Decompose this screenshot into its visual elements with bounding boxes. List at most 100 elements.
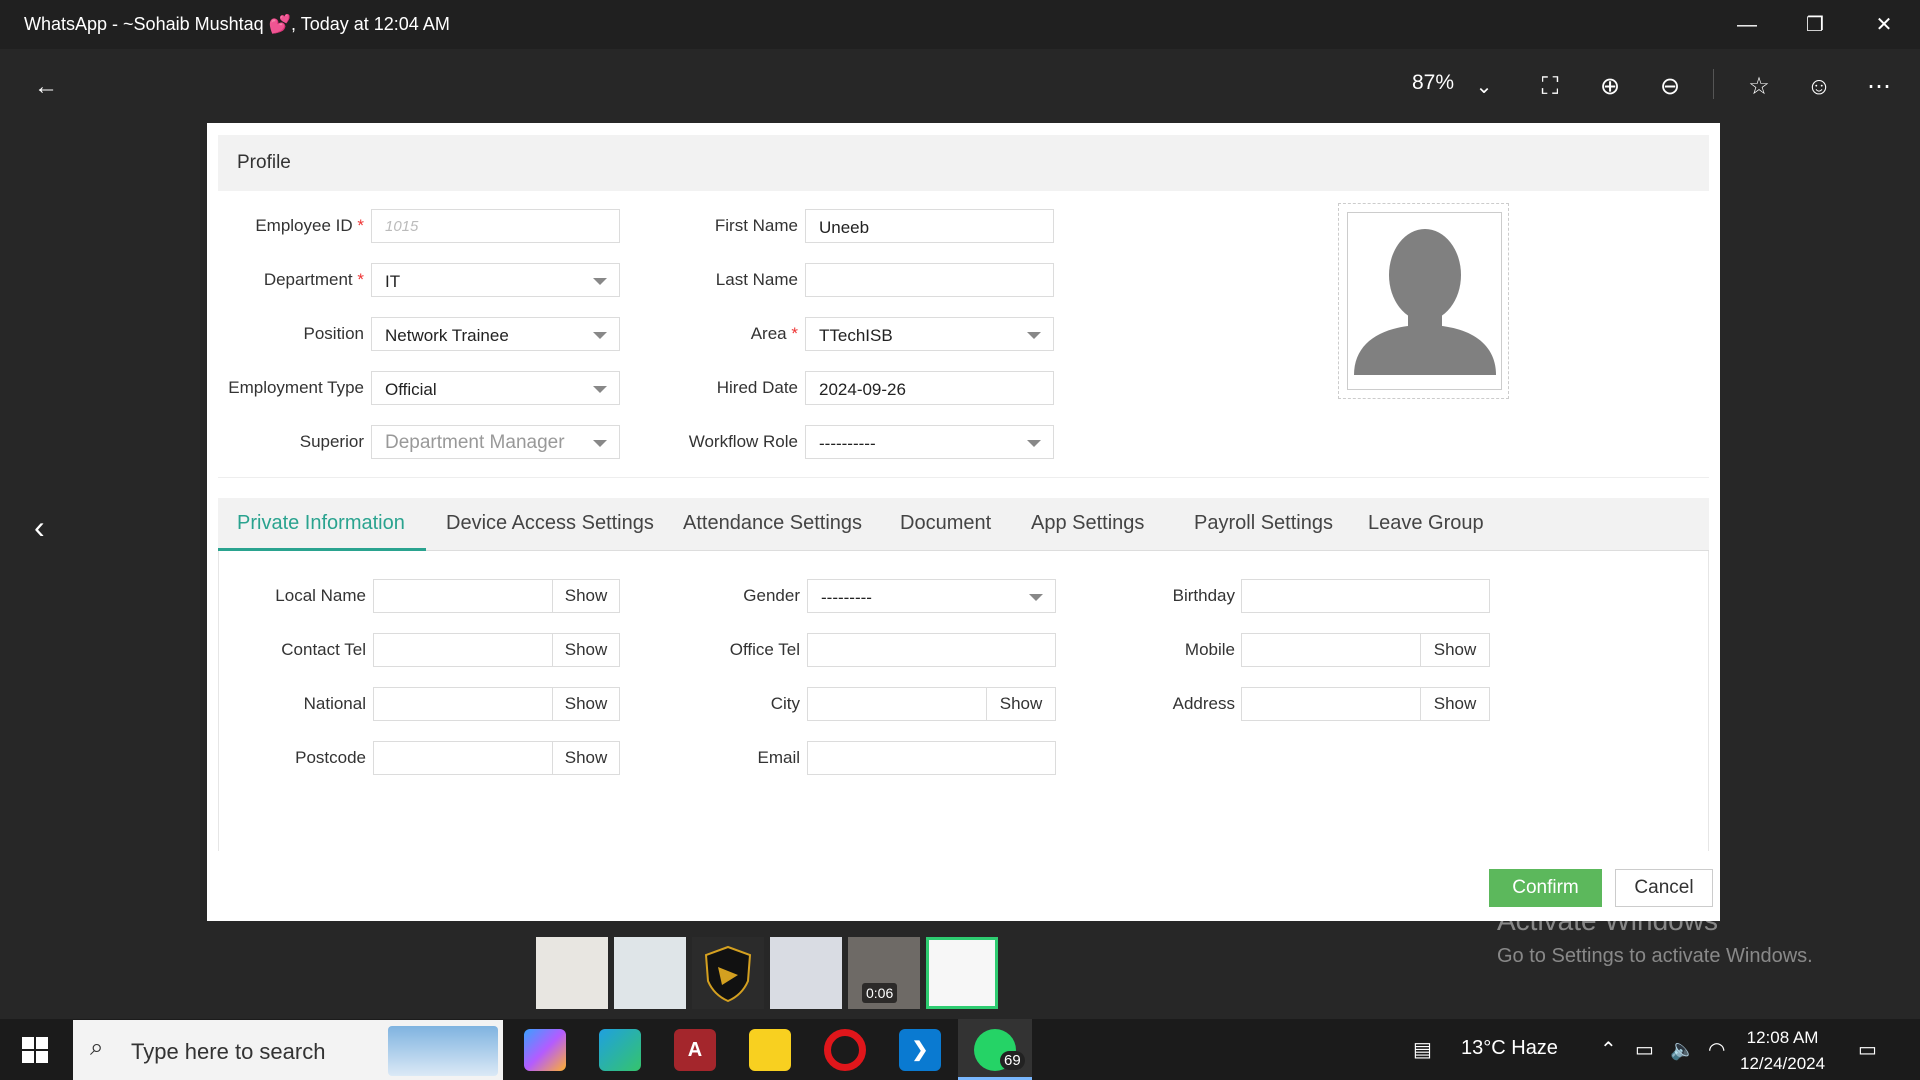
weather-text[interactable]: 13°C Haze — [1461, 1037, 1558, 1060]
tab-payroll-settings[interactable]: Payroll Settings — [1194, 512, 1333, 535]
mobile-field[interactable] — [1241, 633, 1421, 667]
taskbar: ⌕ Type here to search A ❯ 69 ▤ 13°C Haze… — [0, 1019, 1920, 1080]
emoji-icon[interactable]: ☺ — [1801, 69, 1837, 105]
battery-icon[interactable]: ▭ — [1635, 1037, 1654, 1062]
more-options-icon[interactable]: ⋯ — [1861, 69, 1897, 105]
zoom-in-icon[interactable]: ⊕ — [1592, 69, 1628, 105]
activate-windows-title: Activate Windows — [1497, 905, 1718, 936]
mobile-show-button[interactable]: Show — [1420, 633, 1490, 667]
copilot-icon[interactable] — [524, 1029, 566, 1071]
city-show-button[interactable]: Show — [986, 687, 1056, 721]
area-select[interactable]: TTechISB — [805, 317, 1054, 351]
postcode-field[interactable] — [373, 741, 553, 775]
zoom-level[interactable]: 87% — [1412, 71, 1454, 95]
employee-id-label: Employee ID * — [255, 216, 364, 235]
activate-windows-watermark: Activate Windows Go to Settings to activ… — [1497, 905, 1813, 968]
tab-document[interactable]: Document — [900, 512, 991, 535]
clock-date: 12/24/2024 — [1740, 1054, 1826, 1073]
activate-windows-subtitle: Go to Settings to activate Windows. — [1497, 945, 1813, 967]
windows-start-icon[interactable] — [22, 1037, 48, 1063]
tab-leave-group[interactable]: Leave Group — [1368, 512, 1484, 535]
workflow-role-select[interactable]: ---------- — [805, 425, 1054, 459]
employee-id-field[interactable]: 1015 — [371, 209, 620, 243]
contact-tel-field[interactable] — [373, 633, 553, 667]
superior-select[interactable]: Department Manager — [371, 425, 620, 459]
window-titlebar: WhatsApp - ~Sohaib Mushtaq 💕, Today at 1… — [0, 0, 1920, 49]
toolbar-separator — [1713, 69, 1714, 99]
chevron-down-icon — [1027, 440, 1041, 447]
employment-type-select[interactable]: Official — [371, 371, 620, 405]
active-tab-indicator — [218, 548, 426, 551]
tab-app-settings[interactable]: App Settings — [1031, 512, 1144, 535]
city-label: City — [770, 694, 800, 713]
confirm-button[interactable]: Confirm — [1489, 869, 1602, 907]
thumbnail-item[interactable] — [692, 937, 764, 1009]
first-name-field[interactable]: Uneeb — [805, 209, 1054, 243]
thumbnail-video-item[interactable]: 0:06 — [848, 937, 920, 1009]
minimize-button[interactable]: — — [1727, 10, 1767, 40]
birthday-field[interactable] — [1241, 579, 1490, 613]
system-clock[interactable]: 12:08 AM 12/24/2024 — [1740, 1025, 1825, 1077]
vscode-icon[interactable]: ❯ — [899, 1029, 941, 1071]
position-select[interactable]: Network Trainee — [371, 317, 620, 351]
video-duration: 0:06 — [862, 983, 898, 1003]
department-label: Department * — [263, 270, 364, 289]
panel-right-border — [1708, 551, 1709, 851]
department-select[interactable]: IT — [371, 263, 620, 297]
tab-device-access-settings[interactable]: Device Access Settings — [446, 512, 654, 535]
national-label: National — [303, 694, 366, 713]
search-icon: ⌕ — [90, 1034, 104, 1061]
employment-type-label: Employment Type — [228, 378, 364, 397]
search-highlight-image — [388, 1026, 498, 1076]
national-field[interactable] — [373, 687, 553, 721]
thumbnail-item[interactable] — [770, 937, 842, 1009]
last-name-label: Last Name — [715, 270, 798, 289]
taskbar-search-box[interactable]: ⌕ Type here to search — [73, 1020, 503, 1080]
photo-upload-frame[interactable] — [1338, 203, 1509, 399]
gender-select[interactable]: --------- — [807, 579, 1056, 613]
address-show-button[interactable]: Show — [1420, 687, 1490, 721]
local-name-field[interactable] — [373, 579, 553, 613]
email-label: Email — [757, 748, 800, 767]
city-field[interactable] — [807, 687, 987, 721]
star-icon[interactable]: ☆ — [1741, 69, 1777, 105]
last-name-field[interactable] — [805, 263, 1054, 297]
access-app-icon[interactable]: A — [674, 1029, 716, 1071]
tab-private-information[interactable]: Private Information — [237, 512, 405, 535]
window-title: WhatsApp - ~Sohaib Mushtaq 💕, Today at 1… — [24, 14, 450, 34]
local-name-label: Local Name — [275, 586, 366, 605]
hired-date-label: Hired Date — [716, 378, 798, 397]
first-name-label: First Name — [714, 216, 798, 235]
close-button[interactable]: ✕ — [1864, 10, 1904, 40]
office-tel-field[interactable] — [807, 633, 1056, 667]
back-arrow-icon[interactable]: ← — [28, 69, 64, 105]
restore-button[interactable]: ❐ — [1795, 10, 1835, 40]
volume-icon[interactable]: 🔈 — [1670, 1037, 1695, 1062]
clock-time: 12:08 AM — [1746, 1028, 1819, 1047]
tab-attendance-settings[interactable]: Attendance Settings — [683, 512, 862, 535]
chevron-down-icon — [1027, 332, 1041, 339]
fit-to-screen-icon[interactable]: ⛶ — [1532, 69, 1568, 105]
mobile-label: Mobile — [1184, 640, 1235, 659]
weather-icon[interactable]: ▤ — [1413, 1037, 1432, 1062]
previous-image-icon[interactable]: ‹ — [34, 509, 45, 546]
whatsapp-unread-badge: 69 — [1000, 1051, 1025, 1070]
zoom-dropdown-icon[interactable]: ⌄ — [1466, 69, 1502, 105]
chevron-down-icon — [1029, 594, 1043, 601]
address-field[interactable] — [1241, 687, 1421, 721]
notifications-icon[interactable]: ▭ — [1858, 1037, 1877, 1062]
sticky-notes-icon[interactable] — [749, 1029, 791, 1071]
email-field[interactable] — [807, 741, 1056, 775]
thumbnail-item[interactable] — [614, 937, 686, 1009]
office-tel-label: Office Tel — [729, 640, 800, 659]
zoom-out-icon[interactable]: ⊖ — [1652, 69, 1688, 105]
superior-label: Superior — [299, 432, 364, 451]
opera-browser-icon[interactable] — [824, 1029, 866, 1071]
wifi-icon[interactable]: ◠ — [1708, 1037, 1725, 1062]
thumbnail-item[interactable] — [536, 937, 608, 1009]
cancel-button[interactable]: Cancel — [1615, 869, 1713, 907]
hired-date-field[interactable]: 2024-09-26 — [805, 371, 1054, 405]
thumbnail-item-selected[interactable] — [926, 937, 998, 1009]
show-hidden-icons-icon[interactable]: ⌃ — [1600, 1037, 1617, 1062]
edge-browser-icon[interactable] — [599, 1029, 641, 1071]
